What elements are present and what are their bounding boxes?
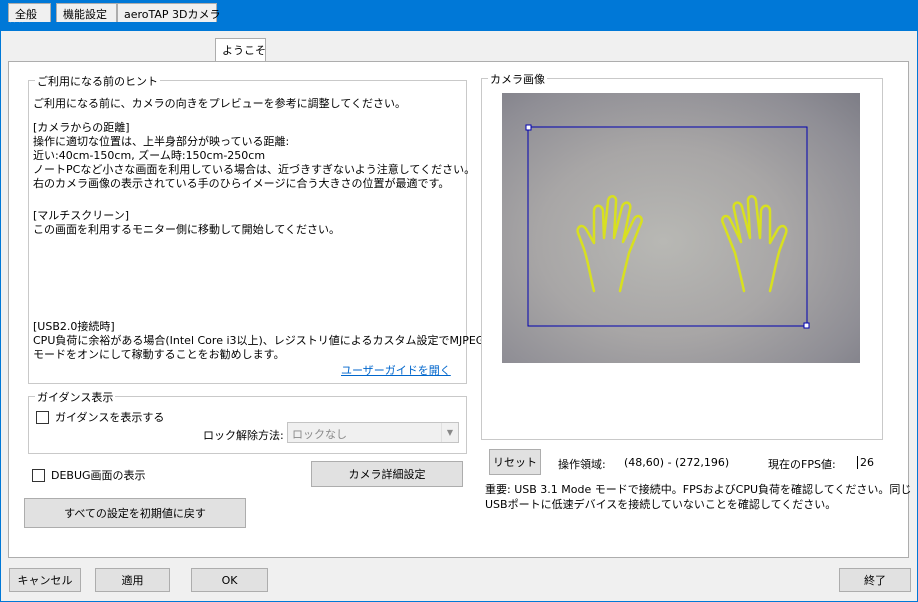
fps-label: 現在のFPS値: [768, 458, 836, 471]
tab-label: aeroTAP 3Dカメラ [124, 8, 221, 21]
tab-aerotap-3d-camera[interactable]: aeroTAP 3Dカメラ [117, 3, 221, 22]
show-guidance-checkbox[interactable] [36, 410, 49, 424]
distance-line-4: 右のカメラ画像の表示されている手のひらイメージに合う大きさの位置が最適です。 [33, 177, 450, 190]
tab-function-settings[interactable]: 機能設定 [56, 3, 117, 22]
operation-area-label: 操作領域: [558, 458, 606, 471]
exit-button[interactable]: 終了 [839, 568, 911, 592]
show-guidance-label: ガイダンスを表示する [55, 411, 165, 424]
tab-label: ようこそ [222, 44, 266, 57]
right-hand-outline [721, 195, 788, 293]
debug-checkbox[interactable] [32, 468, 45, 482]
apply-button[interactable]: 適用 [95, 568, 170, 592]
debug-checkbox-row[interactable]: DEBUG画面の表示 [32, 467, 146, 483]
left-hand-outline [576, 195, 643, 293]
tab-general[interactable]: 全般 [8, 3, 51, 22]
usb-line-2: モードをオンにして稼動することをお勧めします。 [33, 348, 285, 361]
hints-legend: ご利用になる前のヒント [35, 73, 160, 89]
distance-line-1: 操作に適切な位置は、上半身部分が映っている距離: [33, 135, 290, 148]
usb-notice-line-2: USBポートに低速デバイスを接続していないことを確認してください。 [485, 498, 837, 511]
debug-label: DEBUG画面の表示 [51, 469, 146, 482]
frame-handle-top-left[interactable] [525, 124, 532, 131]
hints-intro: ご利用になる前に、カメラの向きをプレビューを参考に調整してください。 [33, 97, 407, 110]
tab-welcome[interactable]: ようこそ [215, 38, 266, 61]
camera-overlay [525, 124, 810, 329]
usb-notice-line-1: 重要: USB 3.1 Mode モードで接続中。FPSおよびCPU負荷を確認し… [485, 483, 912, 496]
unlock-method-label: ロック解除方法: [203, 429, 284, 442]
multiscreen-line-1: この画面を利用するモニター側に移動して開始してください。 [33, 223, 341, 236]
user-guide-link[interactable]: ユーザーガイドを開く [341, 364, 451, 378]
tab-label: 機能設定 [63, 8, 107, 21]
camera-detail-settings-button[interactable]: カメラ詳細設定 [311, 461, 463, 487]
chevron-down-icon: ▼ [441, 423, 458, 442]
unlock-method-select[interactable]: ロックなし ▼ [287, 422, 459, 443]
unlock-method-value: ロックなし [292, 428, 347, 441]
distance-header: [カメラからの距離] [33, 121, 130, 134]
ok-button[interactable]: OK [191, 568, 268, 592]
operation-area-value: (48,60) - (272,196) [624, 456, 730, 469]
camera-image-legend: カメラ画像 [488, 71, 547, 87]
multiscreen-header: [マルチスクリーン] [33, 209, 130, 222]
distance-line-2: 近い:40cm-150cm, ズーム時:150cm-250cm [33, 149, 266, 162]
usb-header: [USB2.0接続時] [33, 320, 115, 333]
reset-all-settings-button[interactable]: すべての設定を初期値に戻す [24, 498, 246, 528]
guidance-legend: ガイダンス表示 [35, 389, 116, 405]
show-guidance-checkbox-row[interactable]: ガイダンスを表示する [36, 409, 164, 425]
operation-area-frame [527, 126, 808, 327]
camera-reset-button[interactable]: リセット [489, 449, 541, 475]
usb-line-1: CPU負荷に余裕がある場合(Intel Core i3以上)、レジストリ値による… [33, 334, 485, 347]
cancel-button[interactable]: キャンセル [9, 568, 81, 592]
distance-line-3: ノートPCなど小さな画面を利用している場合は、近づきすぎないよう注意してください… [33, 163, 476, 176]
frame-handle-bottom-right[interactable] [803, 322, 810, 329]
fps-value-field[interactable]: 26 [857, 456, 874, 469]
tab-label: 全般 [15, 8, 37, 21]
